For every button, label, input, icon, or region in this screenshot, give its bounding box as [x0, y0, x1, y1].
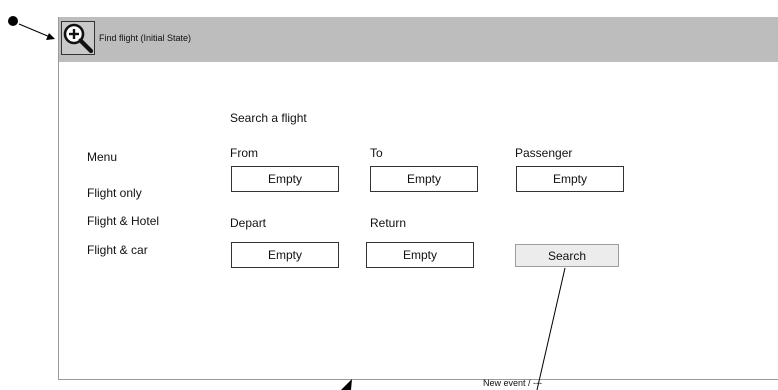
annotation-overlay	[8, 16, 566, 390]
initial-transition-arrow-line	[18, 23, 51, 38]
outgoing-arrowhead	[341, 379, 352, 390]
transition-event-label: New event / ---	[483, 378, 543, 388]
search-transition-line	[536, 267, 566, 390]
initial-state-dot	[8, 16, 18, 26]
initial-transition-arrowhead	[46, 33, 55, 40]
